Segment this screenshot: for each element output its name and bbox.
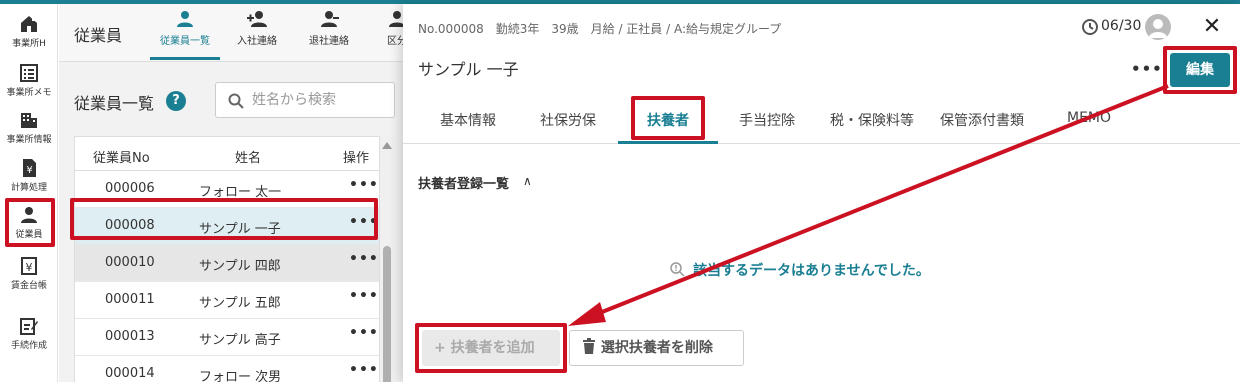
section-title[interactable]: 扶養者登録一覧 [418, 173, 509, 192]
close-button[interactable]: ✕ [1199, 14, 1225, 40]
person-add-icon [247, 11, 267, 27]
row-menu-button[interactable]: ••• [349, 325, 379, 341]
period-date: 06/30 [1101, 18, 1142, 34]
svg-text:¥: ¥ [26, 261, 33, 274]
office-home-icon [21, 16, 37, 32]
highlight-dependents-tab [631, 96, 705, 140]
cell-name: フォロー 次男 [199, 370, 282, 382]
header-employee-no[interactable]: 従業員No [93, 147, 150, 166]
cell-employee-no: 000011 [105, 292, 155, 307]
row-menu-button[interactable]: ••• [349, 288, 379, 304]
highlight-edit-button [1163, 46, 1237, 94]
search-box[interactable] [215, 82, 395, 118]
highlight-add-button [415, 323, 567, 373]
row-menu-button[interactable]: ••• [349, 362, 379, 378]
nav-label: 手続作成 [10, 341, 47, 351]
search-icon [228, 93, 244, 109]
more-menu-button[interactable]: ••• [1131, 60, 1163, 78]
employee-pane: 従業員 従業員一覧 入社連絡 退社連絡 区分 従業員一覧 ? 従業員No 姓名 … [59, 4, 407, 382]
edit-document-icon [20, 318, 38, 335]
table-scrollbar[interactable] [380, 136, 394, 382]
employee-name: サンプル 一子 [418, 60, 519, 79]
avatar[interactable] [1145, 14, 1171, 40]
no-data-search-icon [670, 262, 685, 277]
list-title: 従業員一覧 [74, 94, 155, 113]
left-nav: 事業所H 事業所メモ 事業所情報 ¥ 計算処理 従業員 ¥ 賃金台帳 手続作成 [0, 4, 58, 382]
scroll-up-arrow-icon[interactable] [382, 142, 392, 149]
subtab-employee-list[interactable]: 従業員一覧 [145, 10, 225, 47]
trash-icon [583, 338, 595, 354]
building-icon [21, 113, 37, 128]
subtab-label: 退社連絡 [309, 36, 349, 47]
cell-name: サンプル 五郎 [199, 296, 281, 311]
cell-employee-no: 000014 [105, 366, 155, 381]
cell-employee-no: 000006 [105, 181, 155, 196]
subtab-active-underline [150, 57, 220, 60]
user-avatar-icon [1149, 19, 1167, 38]
empty-message: 該当するデータはありませんでした。 [693, 263, 930, 279]
nav-item-office-home[interactable]: 事業所H [0, 14, 58, 49]
cell-name: サンプル 高子 [199, 333, 281, 348]
nav-label: 賃金台帳 [10, 281, 47, 291]
employee-header: 従業員 従業員一覧 入社連絡 退社連絡 区分 [59, 4, 407, 62]
chevron-up-icon[interactable]: ∧ [523, 174, 532, 188]
pane-title: 従業員 [74, 26, 123, 45]
nav-item-procedure[interactable]: 手続作成 [0, 316, 58, 351]
employee-detail-panel: No.000008 勤続3年 39歳 月給 / 正社員 / A:給与規定グループ… [403, 4, 1240, 382]
table-header: 従業員No 姓名 操作 [75, 137, 379, 171]
cell-employee-no: 000010 [105, 255, 155, 270]
nav-label: 事業所情報 [6, 135, 52, 145]
table-row[interactable]: 000013 サンプル 高子 ••• [75, 319, 379, 356]
nav-label: 事業所メモ [6, 88, 52, 98]
tab-tax-insurance[interactable]: 税・保険料等 [830, 110, 914, 130]
header-name[interactable]: 姓名 [235, 147, 261, 166]
highlight-selected-row [70, 198, 378, 240]
nav-item-office-info[interactable]: 事業所情報 [0, 110, 58, 145]
svg-text:¥: ¥ [26, 165, 32, 176]
cell-name: サンプル 四郎 [199, 259, 281, 274]
row-menu-button[interactable]: ••• [349, 251, 379, 267]
delete-dependent-button[interactable]: 選択扶養者を削除 [569, 330, 744, 366]
employee-meta: No.000008 勤続3年 39歳 月給 / 正社員 / A:給与規定グループ [418, 22, 782, 36]
person-remove-icon [321, 11, 339, 27]
table-row[interactable]: 000010 サンプル 四郎 ••• [75, 245, 379, 282]
nav-label: 計算処理 [10, 183, 47, 193]
subtab-hire-notice[interactable]: 入社連絡 [217, 10, 297, 47]
subtab-label: 従業員一覧 [160, 36, 210, 47]
memo-list-icon [20, 64, 38, 82]
help-icon[interactable]: ? [166, 91, 186, 111]
search-input[interactable] [252, 90, 387, 110]
person-icon [177, 11, 193, 27]
scroll-thumb[interactable] [383, 246, 391, 382]
nav-item-office-memo[interactable]: 事業所メモ [0, 63, 58, 98]
detail-tabs: 基本情報 社保労保 扶養者 手当控除 税・保険料等 保管添付書類 MEMO [403, 96, 1240, 144]
highlight-employees-nav [5, 198, 55, 247]
tab-active-underline [618, 141, 718, 144]
tab-basic-info[interactable]: 基本情報 [440, 110, 496, 130]
tab-allowances[interactable]: 手当控除 [739, 110, 795, 130]
history-clock-icon[interactable] [1081, 18, 1099, 36]
table-row[interactable]: 000011 サンプル 五郎 ••• [75, 282, 379, 319]
header-op: 操作 [343, 151, 370, 166]
nav-label: 事業所H [12, 39, 46, 49]
tab-attachments[interactable]: 保管添付書類 [940, 110, 1024, 130]
nav-item-calculation[interactable]: ¥ 計算処理 [0, 158, 58, 193]
subtab-label: 入社連絡 [237, 36, 277, 47]
nav-item-wage-ledger[interactable]: ¥ 賃金台帳 [0, 256, 58, 291]
delete-dependent-label: 選択扶養者を削除 [600, 340, 713, 356]
tab-memo[interactable]: MEMO [1067, 110, 1111, 126]
cell-employee-no: 000013 [105, 329, 155, 344]
employee-table: 従業員No 姓名 操作 000006 フォロー 太一 ••• 000008 サン… [74, 136, 380, 382]
table-row[interactable]: 000014 フォロー 次男 ••• [75, 356, 379, 382]
yen-ledger-icon: ¥ [21, 257, 37, 275]
row-menu-button[interactable]: ••• [349, 177, 379, 193]
yen-document-icon: ¥ [23, 159, 36, 177]
tab-social-insurance[interactable]: 社保労保 [540, 110, 596, 130]
